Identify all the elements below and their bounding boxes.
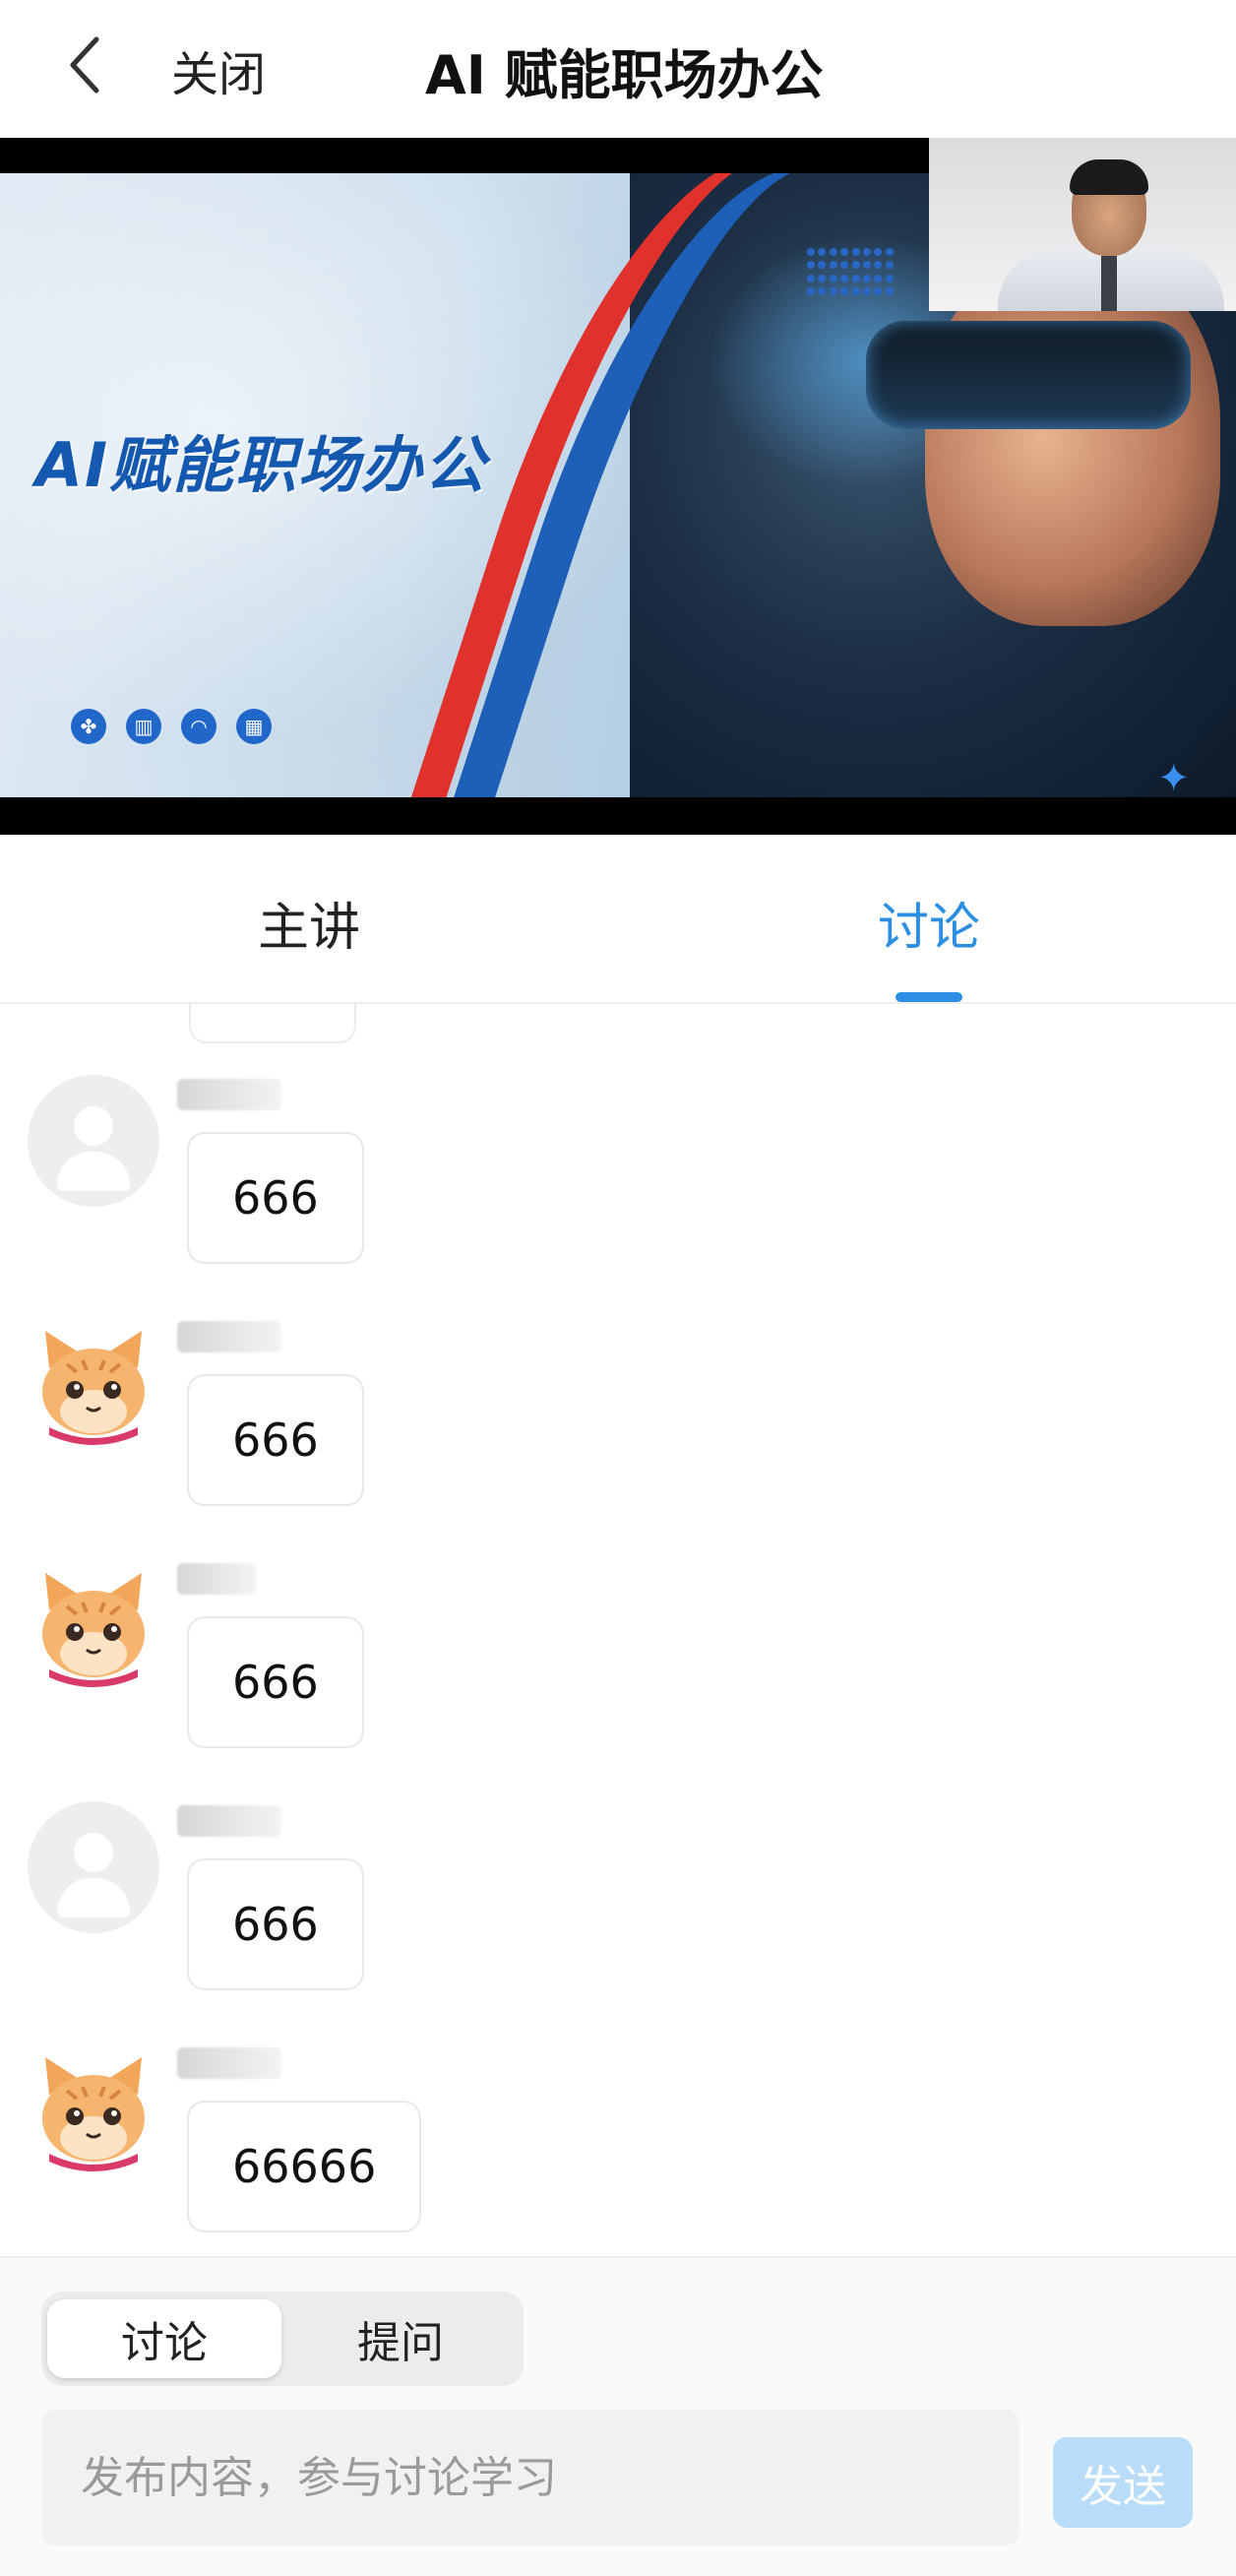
presenter-tie (1101, 256, 1117, 311)
slide-title: AI赋能职场办公 (35, 429, 488, 501)
list-item: 666 (0, 1004, 1236, 1264)
mode-discuss-button[interactable]: 讨论 (47, 2299, 281, 2378)
chevron-left-icon (70, 36, 99, 94)
cat-avatar-icon[interactable] (28, 1317, 159, 1449)
active-tab-indicator (896, 992, 962, 1002)
discussion-list[interactable]: 666 666 666 666 66666 (0, 1004, 1236, 2256)
presenter-hair (1070, 159, 1148, 195)
sparkle-icon: ✦ (1157, 756, 1191, 797)
bell-icon: ◠ (181, 709, 216, 744)
message-bubble: 666 (187, 1132, 364, 1264)
back-button[interactable] (57, 33, 112, 96)
username-redacted (177, 2047, 281, 2079)
cat-avatar-icon[interactable] (28, 1559, 159, 1691)
tab-lecture[interactable]: 主讲 (258, 886, 360, 960)
username-redacted (177, 1079, 281, 1110)
tab-bar: 主讲 讨论 (0, 835, 1236, 1004)
message-bubble: 666 (187, 1858, 364, 1990)
top-bar: 关闭 AI 赋能职场办公 (0, 0, 1236, 138)
clover-icon: ✤ (71, 709, 106, 744)
composer: 讨论 提问 发送 (0, 2256, 1236, 2576)
message-input[interactable] (41, 2410, 1020, 2545)
presenter-camera[interactable] (929, 138, 1236, 311)
default-avatar-icon[interactable] (28, 1801, 159, 1933)
username-redacted (177, 1321, 281, 1352)
page-title: AI 赋能职场办公 (425, 44, 824, 106)
send-button[interactable]: 发送 (1053, 2437, 1193, 2528)
building-icon: ▥ (126, 709, 161, 744)
close-link[interactable]: 关闭 (171, 35, 266, 104)
username-redacted (177, 1805, 281, 1837)
mode-switch: 讨论 提问 (41, 2292, 524, 2386)
message-bubble: 66666 (187, 2101, 422, 2232)
tab-discussion[interactable]: 讨论 (878, 886, 980, 960)
default-avatar-icon[interactable] (28, 1075, 159, 1207)
message-bubble: 666 (187, 1374, 364, 1506)
dot-grid-decoration (807, 248, 894, 297)
cat-avatar-icon[interactable] (28, 2043, 159, 2175)
list-item: 66666 (0, 1973, 1236, 2232)
calendar-icon: ▦ (236, 709, 272, 744)
username-redacted (177, 1563, 256, 1595)
list-item: 666 (0, 1246, 1236, 1506)
video-player[interactable]: AI赋能职场办公 ✤ ▥ ◠ ▦ ✦ (0, 138, 1236, 835)
list-item: 666 (0, 1730, 1236, 1990)
vr-headset-graphic (866, 321, 1191, 429)
mode-ask-button[interactable]: 提问 (283, 2299, 518, 2378)
message-bubble: 666 (187, 1616, 364, 1748)
list-item: 666 (0, 1488, 1236, 1748)
slide-icon-row: ✤ ▥ ◠ ▦ (71, 709, 272, 744)
